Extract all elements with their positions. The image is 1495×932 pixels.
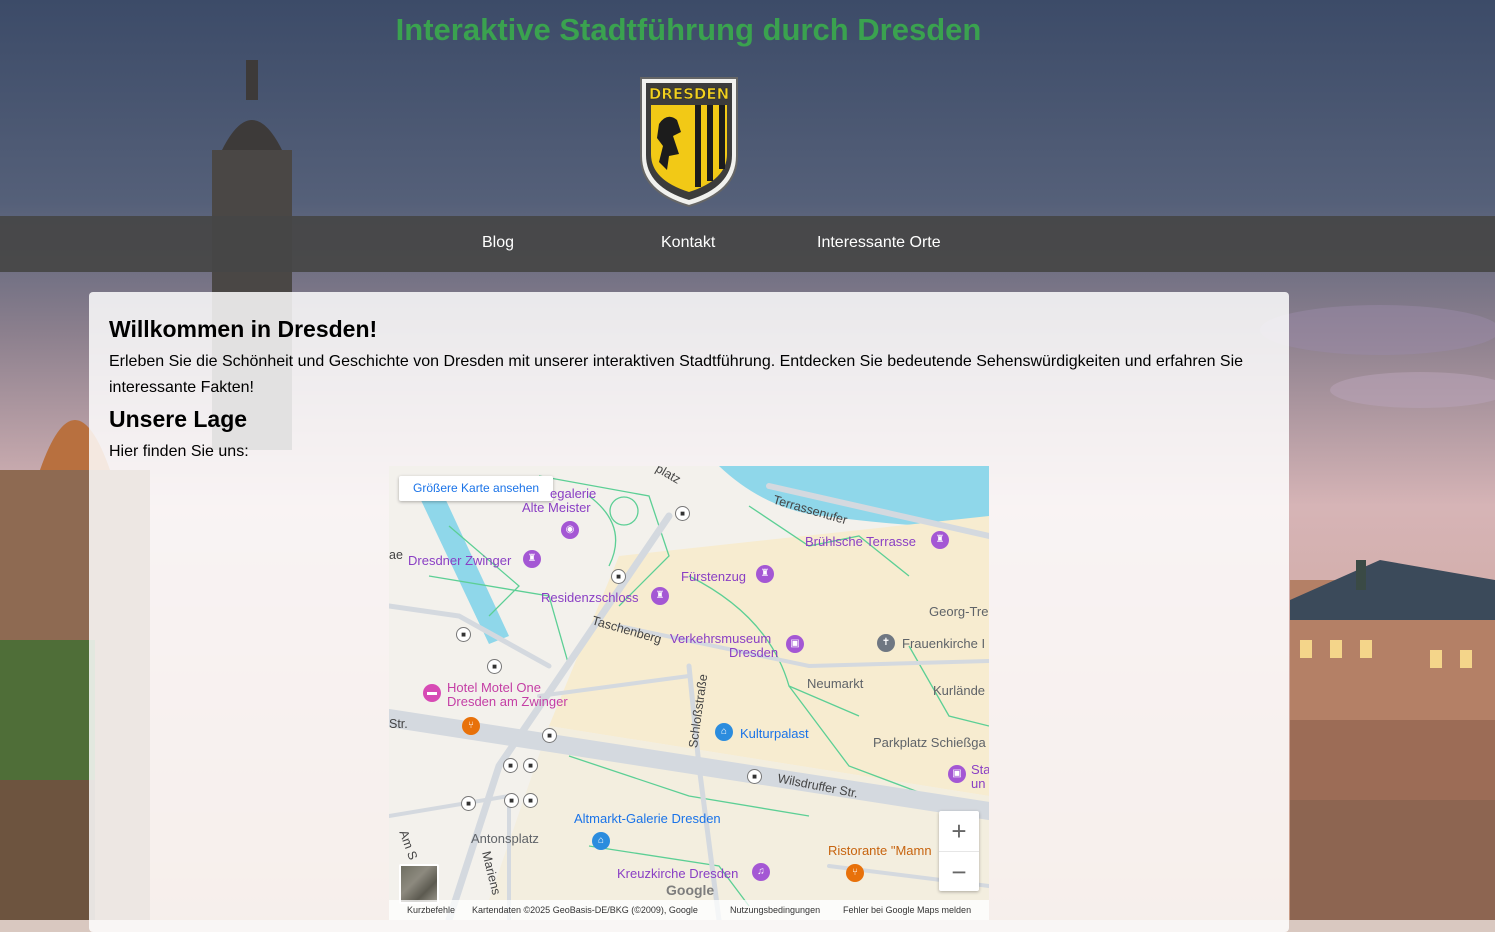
landmark-icon[interactable]: ♜ bbox=[931, 531, 949, 549]
site-title: Interaktive Stadtführung durch Dresden bbox=[395, 12, 982, 47]
music-venue-icon[interactable]: ♫ bbox=[752, 863, 770, 881]
landmark-icon[interactable]: ♜ bbox=[651, 587, 669, 605]
svg-text:DRESDEN: DRESDEN bbox=[649, 85, 729, 103]
museum-icon[interactable]: ▣ bbox=[948, 765, 966, 783]
nav-link-blog[interactable]: Blog bbox=[482, 234, 514, 252]
map-place-label[interactable]: Ristorante "Mamn bbox=[828, 844, 932, 858]
welcome-heading: Willkommen in Dresden! bbox=[109, 316, 378, 342]
map-place-label[interactable]: Neumarkt bbox=[807, 677, 863, 691]
map-place-label[interactable]: Altmarkt-Galerie Dresden bbox=[574, 812, 721, 826]
google-logo: Google bbox=[666, 882, 715, 898]
bus-stop-icon[interactable]: ■ bbox=[542, 728, 557, 743]
larger-map-link[interactable]: Größere Karte ansehen bbox=[399, 476, 554, 501]
map-footer: Kurzbefehle Kartendaten ©2025 GeoBasis-D… bbox=[389, 900, 989, 920]
restaurant-icon[interactable]: ⑂ bbox=[462, 717, 480, 735]
street-label: Kurlände bbox=[933, 683, 986, 698]
bus-stop-icon[interactable]: ■ bbox=[523, 758, 538, 773]
google-map-embed[interactable]: Größere Karte ansehen egalerie Alte Meis… bbox=[389, 466, 989, 920]
map-place-label[interactable]: un bbox=[971, 777, 985, 791]
zoom-in-button[interactable]: + bbox=[939, 811, 979, 851]
church-icon[interactable]: ✝ bbox=[877, 634, 895, 652]
street-label: Georg-Tre bbox=[929, 604, 989, 619]
nav-link-kontakt[interactable]: Kontakt bbox=[661, 234, 715, 252]
bus-stop-icon[interactable]: ■ bbox=[487, 659, 502, 674]
bus-stop-icon[interactable]: ■ bbox=[503, 758, 518, 773]
welcome-paragraph: Erleben Sie die Schönheit und Geschichte… bbox=[109, 353, 1244, 396]
museum-icon[interactable]: ▣ bbox=[786, 635, 804, 653]
nav-link-interessante-orte[interactable]: Interessante Orte bbox=[817, 234, 941, 252]
zoom-out-button[interactable]: − bbox=[939, 851, 979, 892]
map-place-label[interactable]: egalerie bbox=[550, 487, 596, 501]
map-place-label[interactable]: Brühlsche Terrasse bbox=[805, 535, 916, 549]
satellite-toggle-thumbnail[interactable] bbox=[399, 864, 439, 904]
map-place-label[interactable]: Hotel Motel One bbox=[447, 681, 541, 695]
map-place-label[interactable]: Residenzschloss bbox=[541, 591, 639, 605]
map-place-label[interactable]: Frauenkirche I bbox=[902, 637, 985, 651]
hotel-icon[interactable]: ▬ bbox=[423, 684, 441, 702]
map-place-label[interactable]: Verkehrsmuseum bbox=[670, 632, 771, 646]
dresden-crest-logo: DRESDEN bbox=[640, 77, 738, 208]
map-place-label[interactable]: Fürstenzug bbox=[681, 570, 746, 584]
location-heading: Unsere Lage bbox=[109, 406, 248, 432]
terms-link[interactable]: Nutzungsbedingungen bbox=[730, 902, 820, 918]
bus-stop-icon[interactable]: ■ bbox=[523, 793, 538, 808]
map-data-attribution: Kartendaten ©2025 GeoBasis-DE/BKG (©2009… bbox=[472, 905, 698, 915]
museum-icon[interactable]: ◉ bbox=[561, 521, 579, 539]
location-paragraph: Hier finden Sie uns: bbox=[109, 443, 249, 460]
map-place-label[interactable]: Kreuzkirche Dresden bbox=[617, 867, 738, 881]
landmark-icon[interactable]: ♜ bbox=[523, 550, 541, 568]
report-error-link[interactable]: Fehler bei Google Maps melden bbox=[843, 902, 971, 918]
map-place-label[interactable]: Antonsplatz bbox=[471, 832, 539, 846]
bus-stop-icon[interactable]: ■ bbox=[675, 506, 690, 521]
map-place-label[interactable]: Dresden am Zwinger bbox=[447, 695, 568, 709]
bus-stop-icon[interactable]: ■ bbox=[456, 627, 471, 642]
keyboard-shortcuts-link[interactable]: Kurzbefehle bbox=[407, 902, 455, 918]
street-label: ae bbox=[389, 548, 403, 562]
shopping-icon[interactable]: ⌂ bbox=[715, 723, 733, 741]
bus-stop-icon[interactable]: ■ bbox=[504, 793, 519, 808]
map-place-label[interactable]: Sta bbox=[971, 763, 989, 777]
map-place-label[interactable]: Dresdner Zwinger bbox=[408, 554, 511, 568]
bus-stop-icon[interactable]: ■ bbox=[611, 569, 626, 584]
map-place-label[interactable]: Dresden bbox=[729, 646, 778, 660]
street-label: Str. bbox=[389, 717, 408, 731]
main-navigation: Blog Kontakt Interessante Orte bbox=[0, 216, 1495, 272]
map-place-label[interactable]: Parkplatz Schießga bbox=[873, 736, 986, 750]
zoom-controls: + − bbox=[939, 811, 979, 891]
bus-stop-icon[interactable]: ■ bbox=[747, 769, 762, 784]
restaurant-icon[interactable]: ⑂ bbox=[846, 864, 864, 882]
shopping-icon[interactable]: ⌂ bbox=[592, 832, 610, 850]
map-place-label[interactable]: Kulturpalast bbox=[740, 727, 809, 741]
map-place-label[interactable]: Alte Meister bbox=[522, 501, 591, 515]
landmark-icon[interactable]: ♜ bbox=[756, 565, 774, 583]
bus-stop-icon[interactable]: ■ bbox=[461, 796, 476, 811]
